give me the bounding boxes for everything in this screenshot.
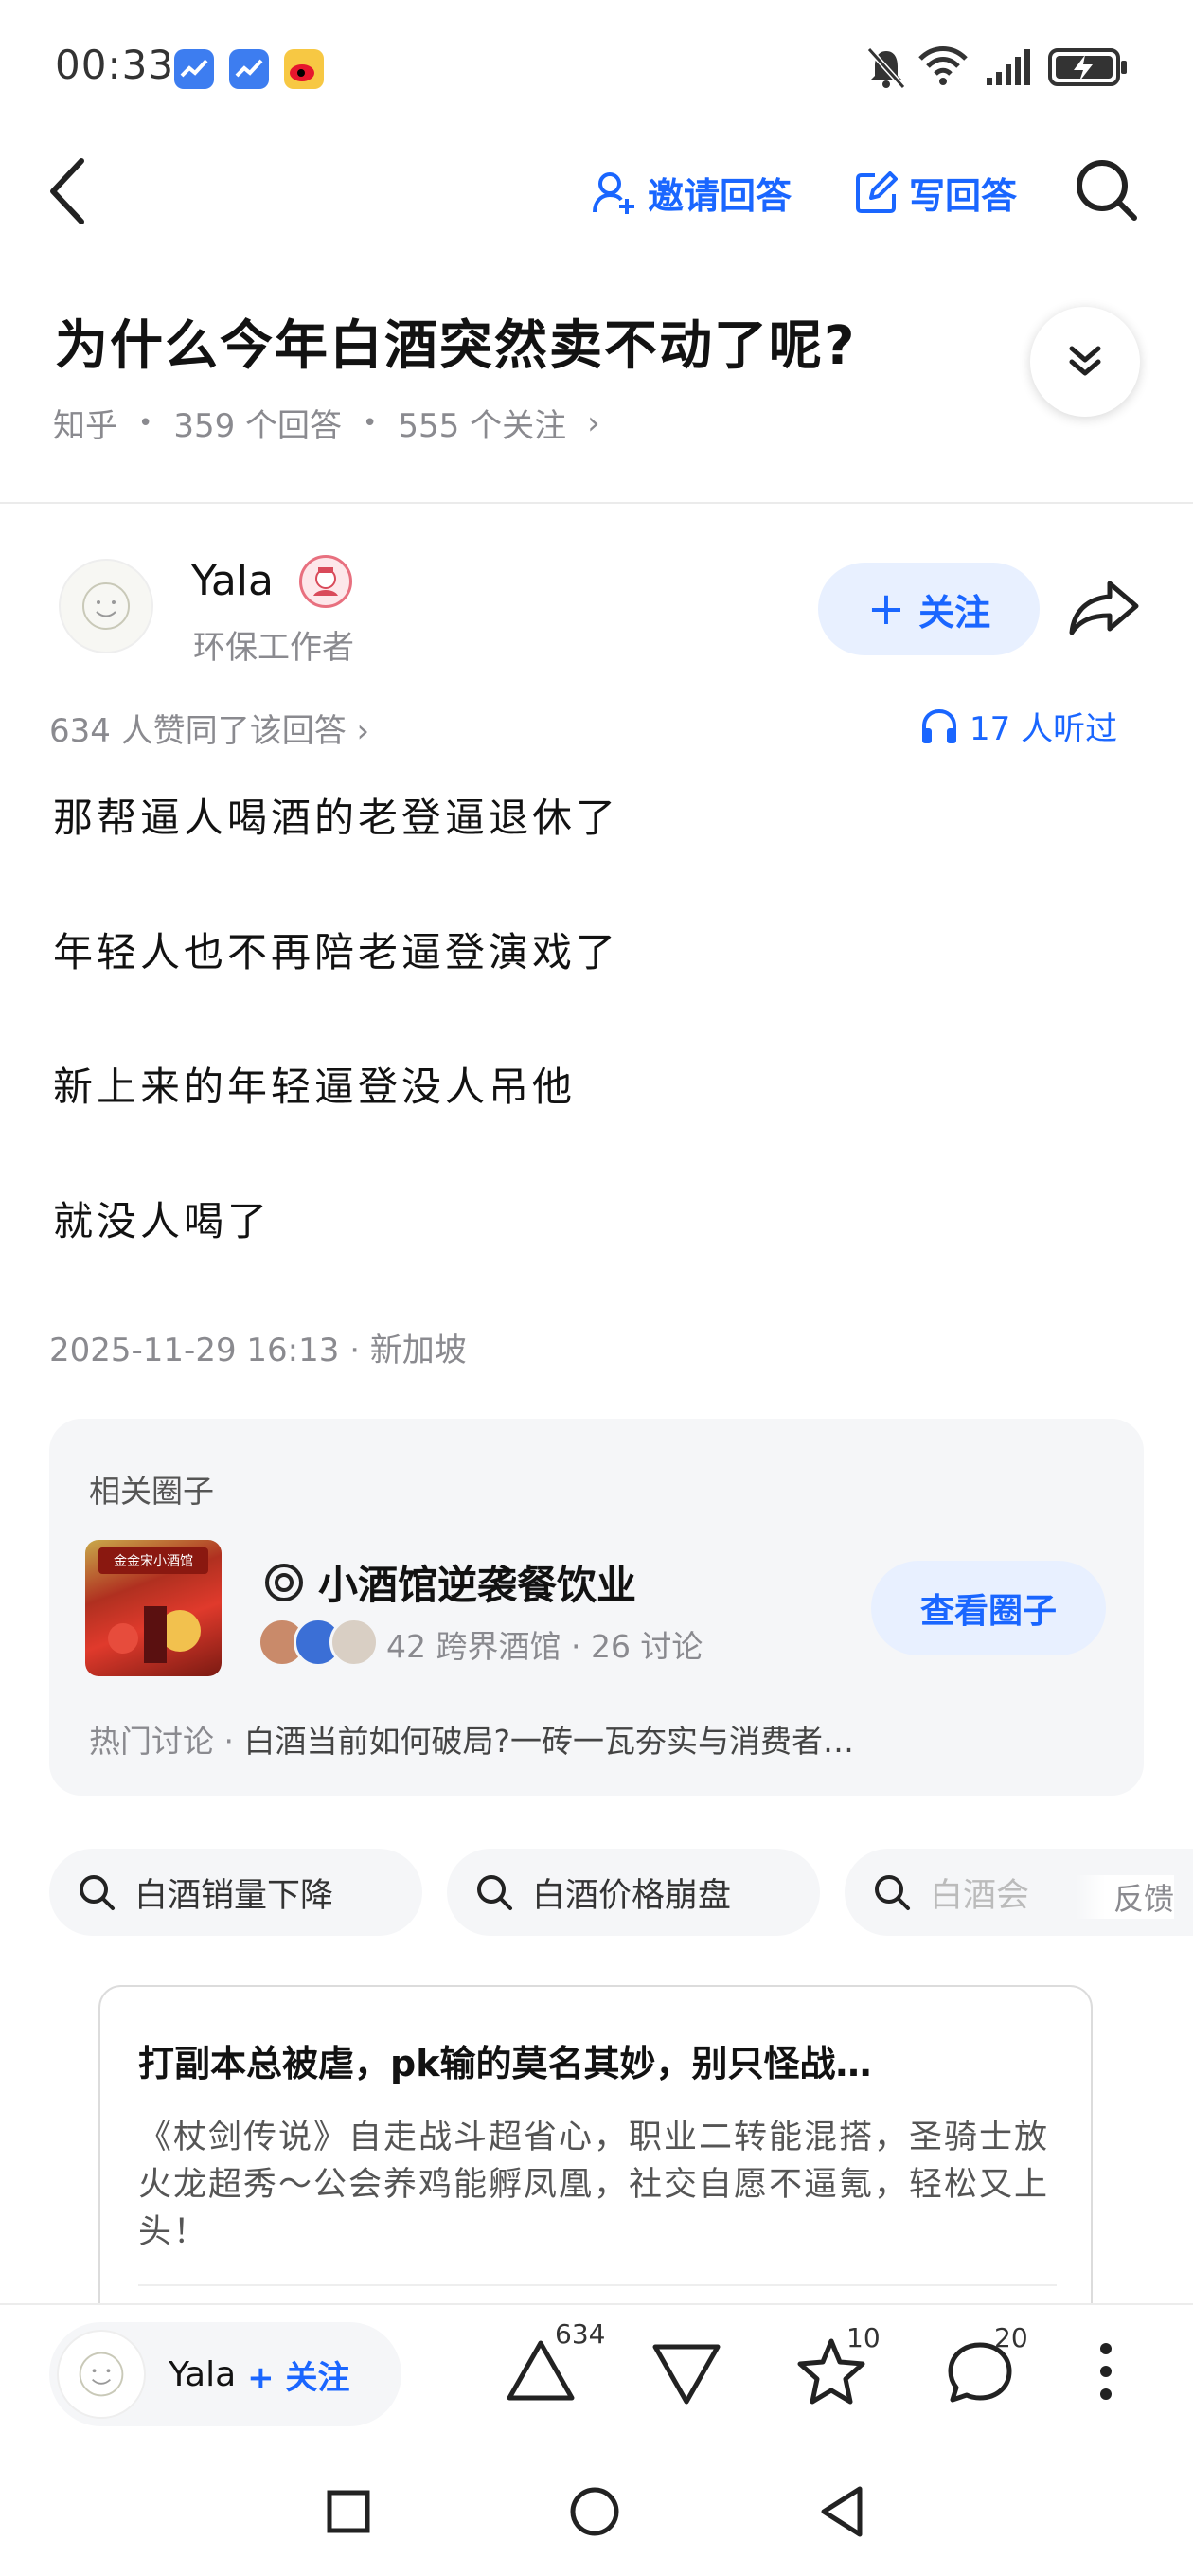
search-chip[interactable]: 白酒价格崩盘: [447, 1849, 820, 1936]
hot-discussion[interactable]: 热门讨论 · 白酒当前如何破局?一砖一瓦夯实与消费者…: [89, 1716, 1112, 1762]
question-source: 知乎: [53, 407, 117, 445]
finance-app-icon: [229, 49, 269, 89]
finance-app-icon: [174, 49, 214, 89]
search-icon: [78, 1873, 116, 1911]
member-avatar: [329, 1618, 379, 1667]
post-timestamp: 2025-11-29 16:13 · 新加坡: [49, 1332, 467, 1369]
feedback-link[interactable]: 反馈: [1076, 1875, 1175, 1919]
battery-charging-icon: [1047, 47, 1129, 87]
bar-follow-button[interactable]: + 关注: [247, 2352, 349, 2398]
more-options-icon[interactable]: [1098, 2341, 1113, 2402]
invite-user-icon: [593, 170, 636, 216]
question-meta[interactable]: 知乎 • 359 个回答 • 555 个关注 ›: [53, 400, 600, 446]
avatar[interactable]: [59, 559, 153, 653]
collapse-button[interactable]: [1030, 307, 1140, 417]
question-title[interactable]: 为什么今年白酒突然卖不动了呢?: [55, 303, 856, 380]
author-badge-icon: [299, 555, 352, 608]
author-bio: 环保工作者: [193, 629, 354, 667]
comment-count: 20: [994, 2322, 1028, 2353]
back-arrow-icon[interactable]: [47, 157, 89, 225]
hot-discussion-text: 白酒当前如何破局?一砖一瓦夯实与消费者…: [243, 1723, 854, 1760]
chevron-right-icon: ›: [587, 403, 600, 442]
mute-icon: [865, 45, 907, 91]
edit-icon: [854, 170, 898, 215]
bar-author-name: Yala: [169, 2354, 237, 2394]
invite-answer-button[interactable]: 邀请回答: [593, 167, 792, 219]
search-icon: [873, 1873, 911, 1911]
recent-apps-icon[interactable]: [326, 2489, 371, 2534]
weibo-icon: [284, 49, 324, 89]
search-chip[interactable]: 白酒销量下降: [49, 1849, 422, 1936]
follow-button[interactable]: + 关注: [818, 563, 1040, 655]
circle-name[interactable]: 小酒馆逆袭餐饮业: [263, 1553, 636, 1611]
meta-separator: •: [138, 408, 153, 438]
upvote-count: 634: [555, 2318, 606, 2350]
signal-icon: [985, 47, 1034, 87]
search-icon[interactable]: [1074, 157, 1138, 222]
star-count: 10: [846, 2322, 881, 2353]
circle-stats: 42 跨界酒馆 · 26 讨论: [386, 1628, 703, 1665]
search-icon: [475, 1873, 513, 1911]
ad-body: 《杖剑传说》自走战斗超省心，职业二转能混搭，圣骑士放火龙超秀～公会养鸡能孵凤凰，…: [138, 2119, 1050, 2251]
circle-member-avatars: [258, 1618, 379, 1667]
downvote-icon[interactable]: [651, 2341, 721, 2407]
circle-thumbnail[interactable]: 金金宋小酒馆: [85, 1540, 222, 1676]
listened-count[interactable]: 17 人听过: [920, 703, 1117, 749]
hot-discussion-label: 热门讨论 ·: [89, 1723, 234, 1760]
answer-paragraph: 就没人喝了: [53, 1198, 272, 1244]
share-icon[interactable]: [1068, 580, 1140, 636]
section-divider: [0, 502, 1193, 504]
view-circle-button[interactable]: 查看圈子: [871, 1561, 1106, 1655]
ad-title[interactable]: 打副本总被虐，pk输的莫名其妙，别只怪战…: [138, 2034, 1057, 2086]
circle-section-label: 相关圈子: [89, 1473, 214, 1510]
ad-divider: [138, 2284, 1057, 2286]
back-nav-icon[interactable]: [818, 2485, 865, 2538]
avatar: [57, 2330, 146, 2419]
answer-paragraph: 那帮逼人喝酒的老登逼退休了: [53, 795, 620, 841]
answer-paragraph: 年轻人也不再陪老逼登演戏了: [53, 929, 620, 975]
circle-icon: [263, 1562, 305, 1603]
wifi-icon: [917, 45, 970, 87]
upvote-summary[interactable]: 634 人赞同了该回答 ›: [49, 705, 369, 751]
followers-count: 555 个关注: [398, 407, 567, 445]
bar-author-chip[interactable]: Yala + 关注: [49, 2322, 401, 2426]
meta-separator: •: [363, 408, 378, 438]
answer-paragraph: 新上来的年轻逼登没人吊他: [53, 1064, 577, 1110]
status-time: 00:33: [55, 42, 175, 88]
answers-count: 359 个回答: [173, 407, 343, 445]
headphones-icon: [920, 707, 958, 745]
plus-icon: +: [866, 582, 906, 635]
write-answer-button[interactable]: 写回答: [854, 167, 1017, 219]
double-chevron-down-icon: [1066, 343, 1104, 381]
home-icon[interactable]: [568, 2485, 621, 2538]
author-name[interactable]: Yala: [191, 557, 274, 605]
